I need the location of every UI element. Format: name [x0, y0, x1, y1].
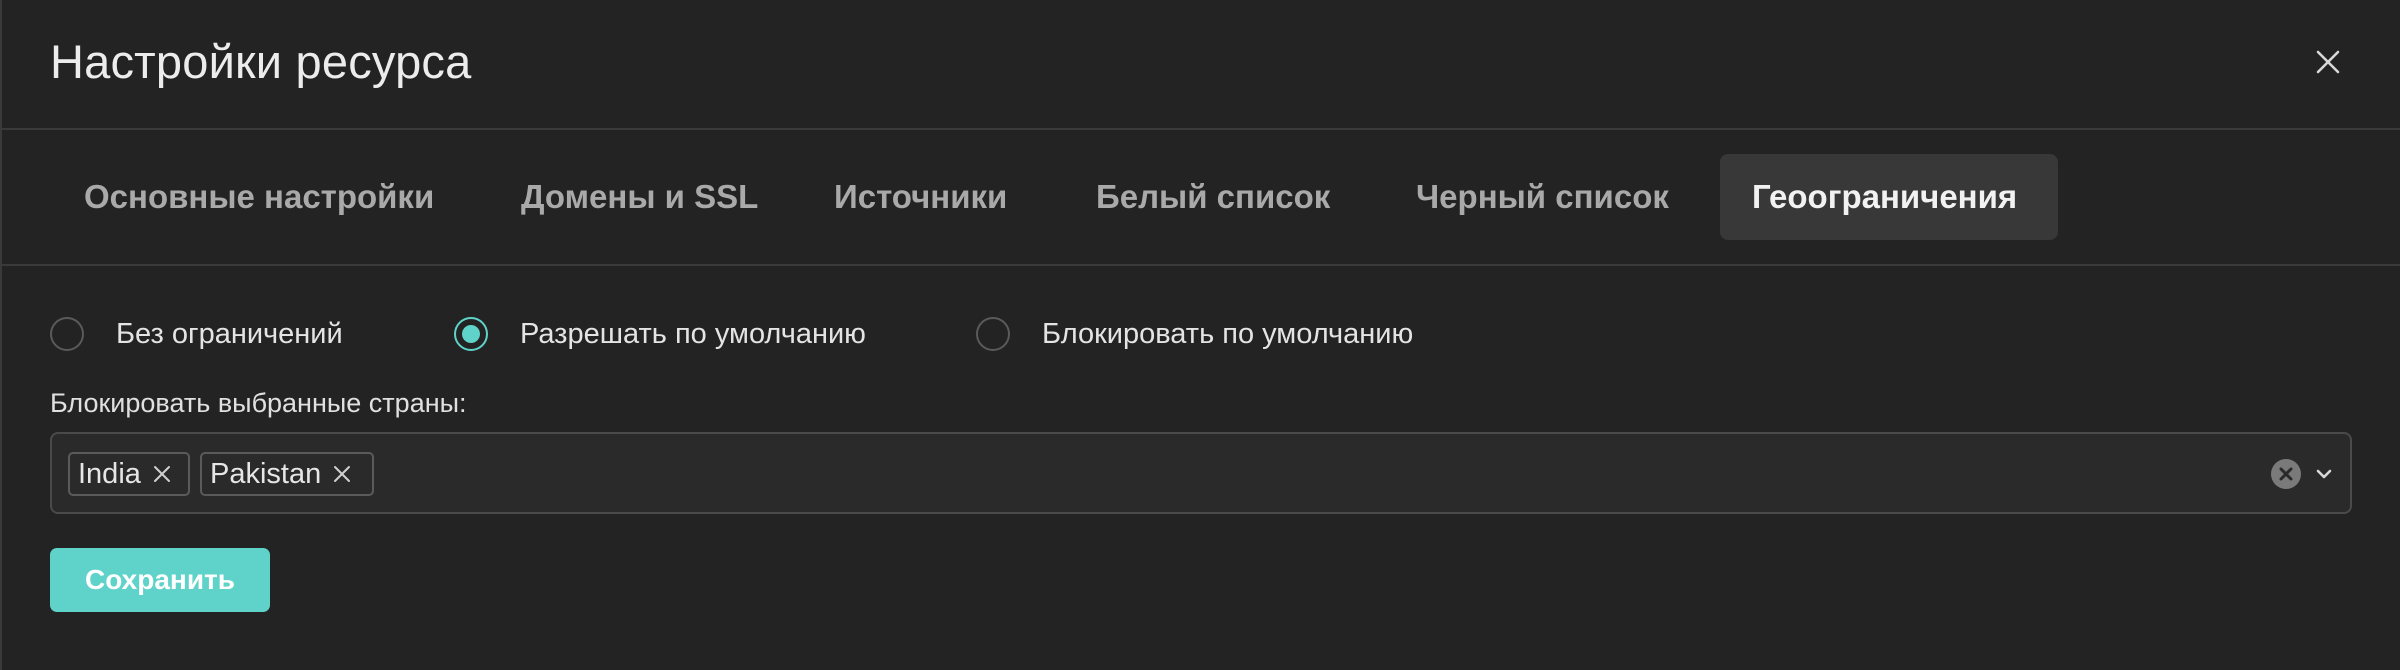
radio-no-restrictions[interactable]: Без ограничений: [50, 314, 343, 354]
tab-whitelist[interactable]: Белый список: [1064, 154, 1362, 240]
country-chip-india: India: [68, 452, 190, 496]
dialog-header: Настройки ресурса: [2, 0, 2400, 130]
tab-blacklist[interactable]: Черный список: [1384, 154, 1701, 240]
settings-tabs: Основные настройки Домены и SSL Источник…: [2, 130, 2400, 266]
radio-label: Без ограничений: [116, 317, 343, 350]
clear-circle-icon[interactable]: [2270, 458, 2302, 490]
tab-domains-ssl[interactable]: Домены и SSL: [489, 154, 790, 240]
remove-chip-icon[interactable]: [331, 463, 353, 485]
radio-block-by-default[interactable]: Блокировать по умолчанию: [976, 314, 1413, 354]
radio-label: Разрешать по умолчанию: [520, 317, 866, 350]
tab-main-settings[interactable]: Основные настройки: [52, 154, 466, 240]
tab-sources[interactable]: Источники: [802, 154, 1039, 240]
tab-geo-restrictions[interactable]: Геоограничения: [1720, 154, 2058, 240]
radio-circle-icon: [50, 317, 84, 351]
save-button[interactable]: Сохранить: [50, 548, 270, 612]
chevron-down-icon[interactable]: [2314, 464, 2334, 484]
radio-allow-by-default[interactable]: Разрешать по умолчанию: [454, 314, 866, 354]
radio-label: Блокировать по умолчанию: [1042, 317, 1414, 350]
country-chip-pakistan: Pakistan: [200, 452, 374, 496]
chip-label: Pakistan: [210, 457, 322, 490]
geo-restrictions-panel: Без ограничений Разрешать по умолчанию Б…: [2, 266, 2400, 670]
countries-field-label: Блокировать выбранные страны:: [50, 388, 467, 418]
remove-chip-icon[interactable]: [151, 463, 173, 485]
resource-settings-dialog: Настройки ресурса Основные настройки Дом…: [0, 0, 2400, 670]
radio-checked-icon: [454, 317, 488, 351]
dialog-title: Настройки ресурса: [50, 35, 472, 88]
close-icon: [2316, 50, 2340, 74]
radio-circle-icon: [976, 317, 1010, 351]
close-button[interactable]: [2308, 42, 2348, 82]
countries-multiselect[interactable]: India Pakistan: [50, 432, 2352, 514]
chip-label: India: [78, 457, 141, 490]
